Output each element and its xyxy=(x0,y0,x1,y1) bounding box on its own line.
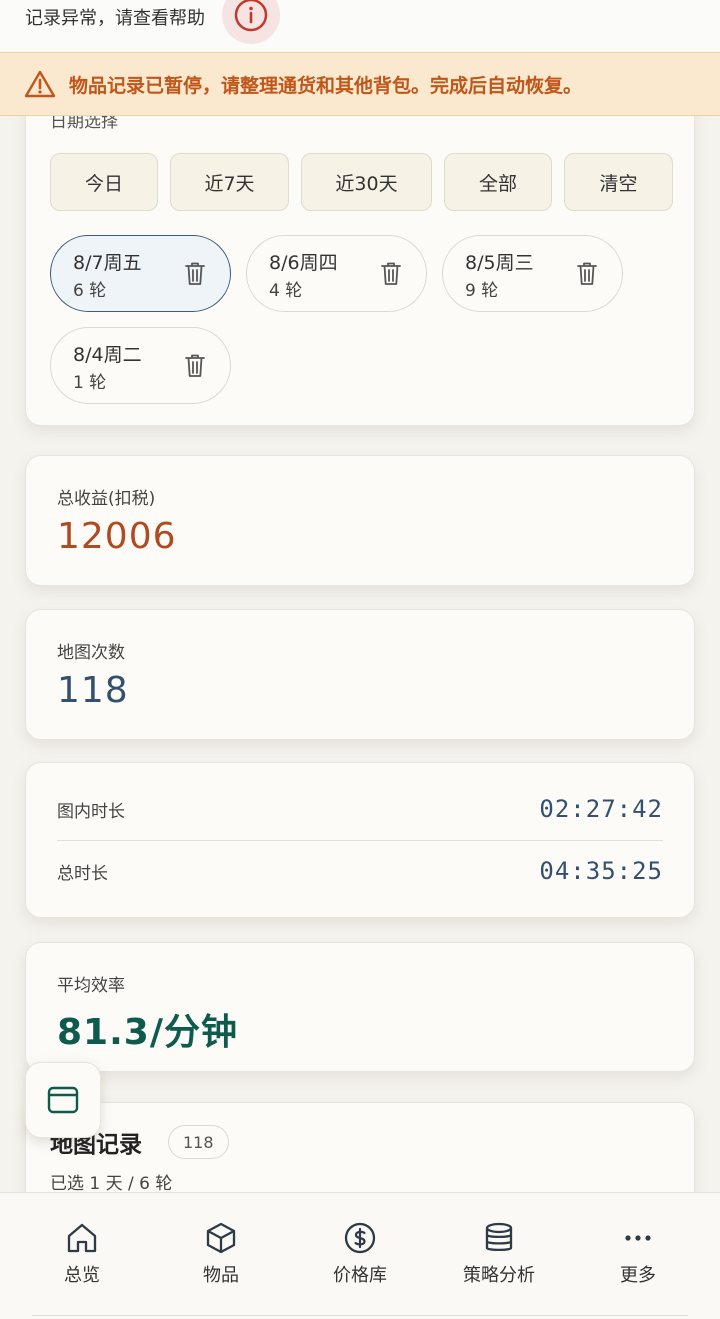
day-chip[interactable]: 8/4周二 1 轮 xyxy=(50,327,231,404)
box-icon xyxy=(206,1222,236,1254)
income-label: 总收益(扣税) xyxy=(57,489,156,509)
nav-items[interactable]: 物品 xyxy=(161,1221,281,1287)
nav-bottom-divider xyxy=(32,1315,688,1316)
nav-price-library-label: 价格库 xyxy=(333,1265,387,1286)
day-chip-rounds: 6 轮 xyxy=(73,281,107,301)
in-map-duration-label: 图内时长 xyxy=(57,801,125,822)
efficiency-card: 平均效率 81.3/分钟 xyxy=(25,942,695,1072)
day-chip[interactable]: 8/6周四 4 轮 xyxy=(246,235,427,312)
nav-more-label: 更多 xyxy=(620,1265,656,1286)
range-button-row: 今日 近7天 近30天 全部 清空 xyxy=(50,153,673,211)
help-info-button[interactable] xyxy=(222,0,280,44)
bottom-nav: 总览 物品 价格库 策略分析 更多 xyxy=(0,1192,720,1319)
efficiency-label: 平均效率 xyxy=(57,976,125,996)
nav-overview-label: 总览 xyxy=(64,1265,100,1286)
nav-items-label: 物品 xyxy=(203,1265,239,1286)
date-filter-card: 日期选择 今日 近7天 近30天 全部 清空 8/7周五 6 轮 8/6周四 4… xyxy=(25,92,695,426)
nav-strategy-analysis-label: 策略分析 xyxy=(463,1265,535,1286)
home-icon xyxy=(67,1223,97,1253)
range-7days-button[interactable]: 近7天 xyxy=(170,153,289,211)
day-chip[interactable]: 8/7周五 6 轮 xyxy=(50,235,231,312)
efficiency-value: 81.3/分钟 xyxy=(57,1012,238,1053)
total-duration-value: 04:35:25 xyxy=(539,857,663,885)
trash-icon[interactable] xyxy=(184,353,206,379)
dollar-icon xyxy=(344,1222,376,1254)
day-chip-date: 8/4周二 xyxy=(73,344,142,366)
floating-window-button[interactable] xyxy=(25,1062,101,1138)
warning-icon xyxy=(24,70,56,98)
range-all-button[interactable]: 全部 xyxy=(444,153,552,211)
warning-banner: 物品记录已暂停，请整理通货和其他背包。完成后自动恢复。 xyxy=(0,52,720,116)
help-text: 记录异常，请查看帮助 xyxy=(25,8,205,29)
window-icon xyxy=(47,1086,79,1114)
nav-strategy-analysis[interactable]: 策略分析 xyxy=(439,1221,559,1287)
income-value: 12006 xyxy=(57,516,177,557)
trash-icon[interactable] xyxy=(380,261,402,287)
day-chip-rounds: 1 轮 xyxy=(73,373,107,393)
total-duration-row: 总时长 04:35:25 xyxy=(57,841,663,901)
trash-icon[interactable] xyxy=(184,261,206,287)
duration-card: 图内时长 02:27:42 总时长 04:35:25 xyxy=(25,762,695,918)
map-records-count-badge: 118 xyxy=(168,1125,229,1159)
day-chip-date: 8/6周四 xyxy=(269,252,338,274)
day-chip-rounds: 4 轮 xyxy=(269,281,303,301)
database-icon xyxy=(485,1222,513,1252)
range-clear-button[interactable]: 清空 xyxy=(564,153,673,211)
map-count-value: 118 xyxy=(57,670,129,711)
in-map-duration-value: 02:27:42 xyxy=(539,795,663,823)
total-duration-label: 总时长 xyxy=(57,863,108,884)
info-icon xyxy=(234,0,268,32)
in-map-duration-row: 图内时长 02:27:42 xyxy=(57,779,663,839)
nav-more[interactable]: 更多 xyxy=(578,1221,698,1287)
map-count-label: 地图次数 xyxy=(57,643,125,663)
day-chip[interactable]: 8/5周三 9 轮 xyxy=(442,235,623,312)
map-records-subtitle: 已选 1 天 / 6 轮 xyxy=(50,1174,173,1194)
trash-icon[interactable] xyxy=(576,261,598,287)
nav-overview[interactable]: 总览 xyxy=(22,1221,142,1287)
range-30days-button[interactable]: 近30天 xyxy=(301,153,432,211)
range-today-button[interactable]: 今日 xyxy=(50,153,158,211)
map-count-card: 地图次数 118 xyxy=(25,609,695,740)
nav-price-library[interactable]: 价格库 xyxy=(300,1221,420,1287)
help-bar: 记录异常，请查看帮助 xyxy=(0,0,720,52)
day-chip-date: 8/5周三 xyxy=(465,252,534,274)
warning-text: 物品记录已暂停，请整理通货和其他背包。完成后自动恢复。 xyxy=(69,75,583,97)
day-chip-date: 8/7周五 xyxy=(73,252,142,274)
income-card: 总收益(扣税) 12006 xyxy=(25,455,695,586)
day-chip-rounds: 9 轮 xyxy=(465,281,499,301)
more-icon xyxy=(625,1235,651,1241)
